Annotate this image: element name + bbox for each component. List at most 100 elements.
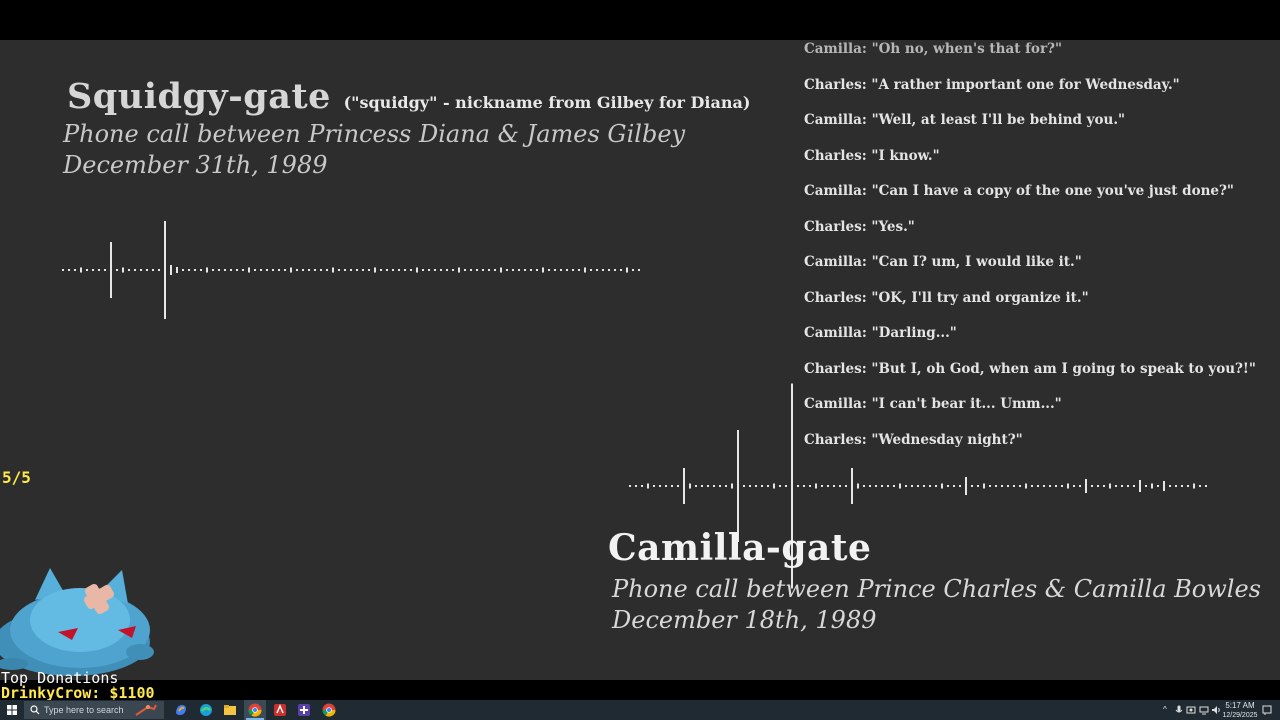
waveform-bar [1043, 485, 1045, 487]
volume-icon[interactable] [1211, 705, 1221, 715]
waveform-bar [1037, 485, 1039, 487]
waveform-bar [881, 485, 883, 487]
waveform-bar [1121, 485, 1123, 487]
search-icon [30, 705, 40, 715]
waveform-bar [695, 485, 697, 487]
waveform-bar [629, 485, 631, 487]
waveform-bar [725, 485, 727, 487]
waveform-bar [1001, 485, 1003, 487]
waveform-bar [983, 483, 985, 489]
waveform-bar [1145, 485, 1147, 487]
waveform-bar [899, 483, 901, 489]
waveform-bar [1055, 485, 1057, 487]
waveform-bar [1007, 485, 1009, 487]
waveform-bar [1061, 485, 1063, 487]
waveform-bar [779, 485, 781, 487]
waveform-bar [977, 485, 979, 487]
waveform-bar [773, 483, 775, 489]
waveform-bar [1151, 483, 1153, 489]
waveform-bar [749, 485, 751, 487]
waveform-bar [1019, 485, 1021, 487]
waveform-bar [893, 485, 895, 487]
microphone-icon[interactable] [1175, 705, 1183, 715]
capture-icon[interactable] [1186, 705, 1196, 715]
chrome-icon[interactable] [321, 702, 337, 718]
waveform-bar [761, 485, 763, 487]
right-subtitle-line2: December 18th, 1989 [612, 606, 877, 634]
waveform-bar [1067, 483, 1069, 489]
waveform-bar [953, 485, 955, 487]
notification-icon[interactable] [1262, 705, 1272, 715]
waveform-bar [923, 485, 925, 487]
waveform-bar [1079, 485, 1081, 487]
waveform-bar [869, 485, 871, 487]
chrome-icon[interactable] [247, 702, 263, 718]
game-controller-icon[interactable] [296, 702, 312, 718]
waveform-bar [1181, 485, 1183, 487]
clock-date: 12/29/2025 [1222, 712, 1258, 719]
waveform-bar [677, 485, 679, 487]
waveform-bar [1187, 485, 1189, 487]
waveform-bar [683, 468, 685, 504]
video-frame: Squidgy-gate ("squidgy" - nickname from … [0, 40, 1280, 680]
waveform-bar [839, 485, 841, 487]
waveform-bar [731, 483, 733, 489]
copilot-icon[interactable] [173, 702, 189, 718]
start-icon[interactable] [4, 702, 20, 718]
video-counter: 5/5 [2, 468, 31, 487]
waveform-bar [935, 485, 937, 487]
waveform-bar [1199, 485, 1201, 487]
waveform-bar [1139, 480, 1141, 492]
waveform-bar [659, 485, 661, 487]
waveform-bar [1049, 485, 1051, 487]
waveform-bar [647, 483, 649, 489]
red-app-icon[interactable] [272, 702, 288, 718]
waveform-bar [911, 485, 913, 487]
waveform-bar [1109, 483, 1111, 489]
right-title-name: Camilla-gate [608, 527, 872, 569]
waveform-bar [1169, 485, 1171, 487]
waveform-bar [1025, 483, 1027, 489]
waveform-bar [665, 485, 667, 487]
file-explorer-icon[interactable] [222, 702, 238, 718]
waveform-bar [887, 485, 889, 487]
waveform-bar [833, 485, 835, 487]
waveform-bar [863, 485, 865, 487]
waveform-bar [827, 485, 829, 487]
waveform-bar [713, 485, 715, 487]
waveform-bar [917, 485, 919, 487]
waveform-bar [1097, 485, 1099, 487]
waveform-bar [1193, 483, 1195, 489]
donations-panel: Top Donations DrinkyCrow: $1100 [1, 671, 155, 701]
top-black-bar [0, 0, 1280, 40]
tray-chevron-up-icon[interactable]: ^ [1163, 700, 1171, 720]
waveform-bar [719, 485, 721, 487]
waveform-bar [995, 485, 997, 487]
waveform-bar [989, 485, 991, 487]
waveform-bar [701, 485, 703, 487]
waveform-bar [809, 485, 811, 487]
waveform-bar [1157, 485, 1159, 487]
waveform-bar [755, 485, 757, 487]
clock[interactable]: 5:17 AM 12/29/2025 [1222, 700, 1258, 720]
waveform-bar [653, 485, 655, 487]
waveform-bar [971, 485, 973, 487]
waveform-bar [929, 485, 931, 487]
waveform-bar [1115, 485, 1117, 487]
waveform-bar [941, 483, 943, 489]
waveform-bar [797, 485, 799, 487]
waveform-bar [737, 430, 739, 542]
donation-entry: DrinkyCrow: $1100 [1, 684, 155, 702]
waveform-bar [785, 485, 787, 487]
waveform-bar [803, 485, 805, 487]
waveform-bar [875, 485, 877, 487]
right-subtitle-line1: Phone call between Prince Charles & Cami… [612, 575, 1261, 603]
waveform-bar [815, 483, 817, 489]
waveform-bar [1163, 481, 1165, 491]
edge-icon[interactable] [198, 702, 214, 718]
waveform-bar [1133, 485, 1135, 487]
waveform-bar [1085, 479, 1087, 493]
waveform-bar [1091, 485, 1093, 487]
taskbar-search-input[interactable]: Type here to search [24, 701, 164, 719]
network-icon[interactable] [1199, 705, 1209, 715]
